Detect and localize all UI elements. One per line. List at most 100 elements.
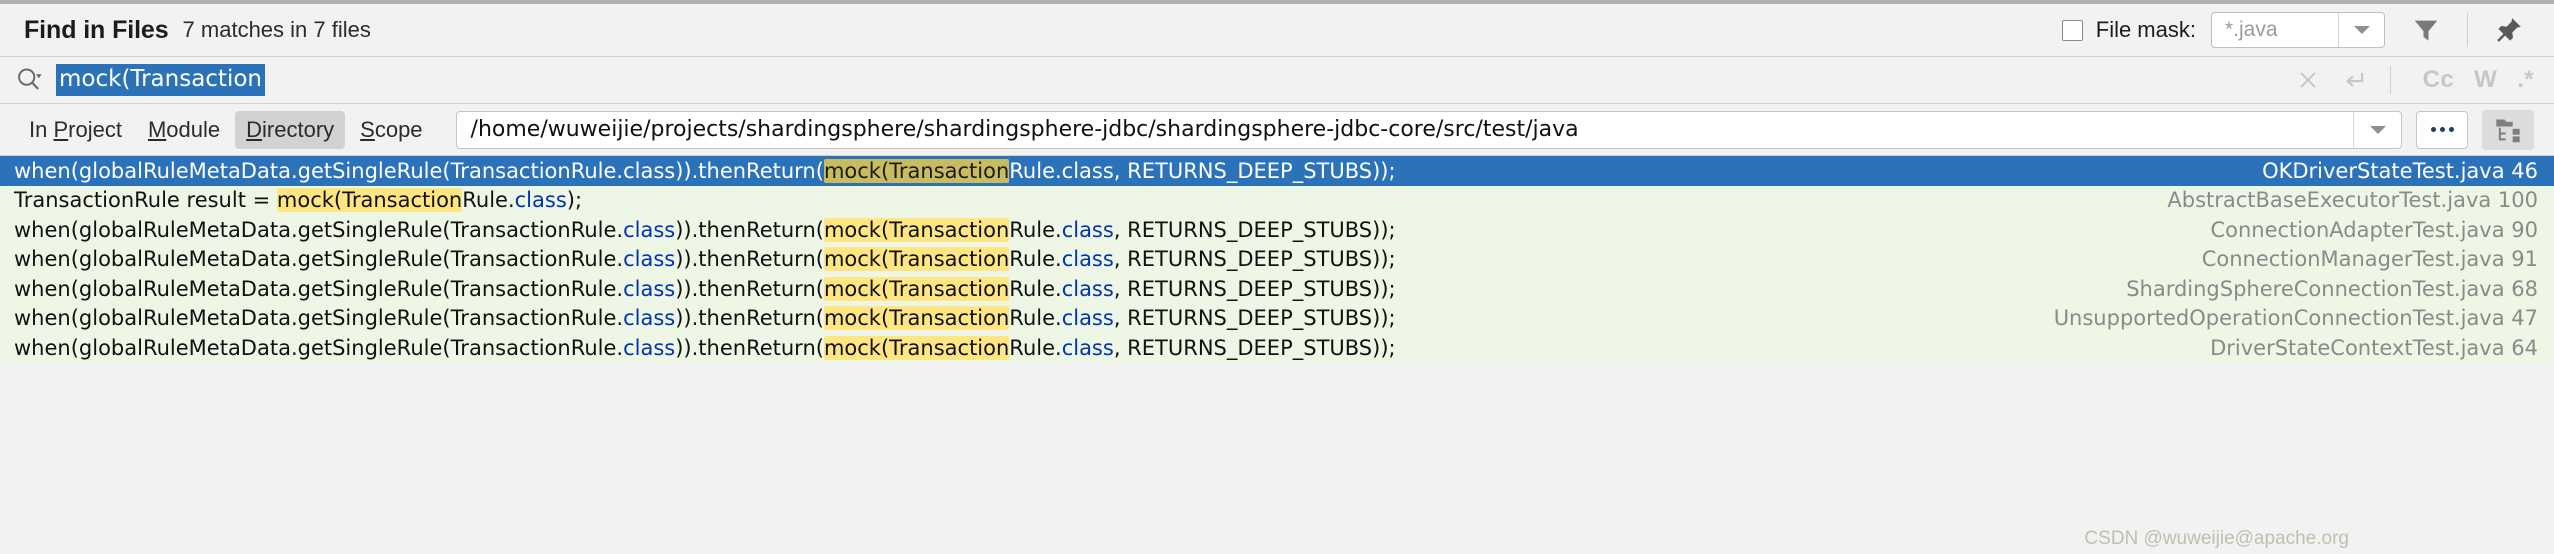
- filter-icon: [2414, 20, 2438, 41]
- pin-button[interactable]: [2486, 8, 2532, 52]
- directory-path-combo[interactable]: /home/wuweijie/projects/shardingsphere/s…: [455, 110, 2402, 149]
- code-text: when(globalRuleMetaData.getSingleRule(Tr…: [14, 335, 624, 360]
- search-bar: mock(Transaction Cc W .*: [0, 56, 2554, 104]
- code-text: when(globalRuleMetaData.getSingleRule(Tr…: [14, 247, 624, 272]
- file-mask-label: File mask:: [2095, 17, 2196, 42]
- ellipsis-dot-icon: [2448, 127, 2454, 132]
- result-row[interactable]: when(globalRuleMetaData.getSingleRule(Tr…: [0, 303, 2554, 333]
- scope-tab-scope[interactable]: Scope: [349, 111, 433, 149]
- match-highlight: mock(Transaction: [823, 158, 1010, 183]
- result-row[interactable]: when(globalRuleMetaData.getSingleRule(Tr…: [0, 333, 2554, 363]
- code-text: , RETURNS_DEEP_STUBS));: [1113, 306, 1396, 331]
- match-highlight: mock(Transaction: [823, 276, 1010, 301]
- code-text: TransactionRule result =: [14, 188, 277, 213]
- result-row-code: TransactionRule result = mock(Transactio…: [14, 188, 583, 213]
- scope-tab-in-project-mnemonic: P: [53, 116, 69, 142]
- toggle-file-tree-button[interactable]: [2482, 109, 2534, 150]
- code-text: when(globalRuleMetaData.getSingleRule(Tr…: [14, 158, 824, 183]
- header-divider: [2467, 13, 2468, 47]
- code-text: when(globalRuleMetaData.getSingleRule(Tr…: [14, 217, 624, 242]
- directory-path-input[interactable]: /home/wuweijie/projects/shardingsphere/s…: [457, 112, 2353, 148]
- code-text: )).thenReturn(: [675, 276, 824, 301]
- result-row-file: UnsupportedOperationConnectionTest.java …: [2053, 306, 2538, 331]
- result-row-code: when(globalRuleMetaData.getSingleRule(Tr…: [14, 276, 1396, 301]
- search-icon-button[interactable]: [14, 65, 44, 95]
- file-mask-dropdown-button[interactable]: [2338, 13, 2384, 47]
- code-text: );: [566, 188, 583, 213]
- code-text: Rule.: [1009, 217, 1062, 242]
- result-row[interactable]: when(globalRuleMetaData.getSingleRule(Tr…: [0, 156, 2554, 186]
- code-text: )).thenReturn(: [675, 217, 824, 242]
- search-icon: [18, 68, 42, 90]
- result-row-file: ShardingSphereConnectionTest.java 68: [2126, 276, 2538, 301]
- browse-directory-button[interactable]: [2416, 110, 2468, 149]
- close-icon: [2299, 72, 2316, 88]
- directory-path-dropdown-button[interactable]: [2353, 111, 2401, 148]
- scope-tab-directory-post: irectory: [262, 116, 335, 142]
- clear-search-button[interactable]: [2288, 61, 2328, 99]
- code-keyword: class: [623, 247, 676, 272]
- result-row[interactable]: TransactionRule result = mock(Transactio…: [0, 185, 2554, 215]
- match-summary: 7 matches in 7 files: [182, 17, 371, 42]
- scope-tab-in-project-post: roject: [68, 116, 122, 142]
- file-mask-checkbox[interactable]: [2061, 19, 2083, 41]
- results-list[interactable]: when(globalRuleMetaData.getSingleRule(Tr…: [0, 156, 2554, 363]
- code-text: when(globalRuleMetaData.getSingleRule(Tr…: [14, 306, 624, 331]
- return-arrow-icon: [2345, 73, 2363, 87]
- result-row[interactable]: when(globalRuleMetaData.getSingleRule(Tr…: [0, 274, 2554, 304]
- code-text: Rule.: [1009, 306, 1062, 331]
- code-text: , RETURNS_DEEP_STUBS));: [1113, 217, 1396, 242]
- code-keyword: class: [1061, 247, 1114, 272]
- words-toggle[interactable]: W: [2474, 66, 2497, 94]
- code-text: , RETURNS_DEEP_STUBS));: [1113, 335, 1396, 360]
- match-case-toggle[interactable]: Cc: [2423, 66, 2454, 94]
- scope-tab-in-project[interactable]: In Project: [18, 111, 133, 149]
- result-row-code: when(globalRuleMetaData.getSingleRule(Tr…: [14, 217, 1396, 242]
- watermark: CSDN @wuweijie@apache.org: [2084, 528, 2349, 549]
- match-highlight: mock(Transaction: [276, 188, 463, 213]
- search-input[interactable]: mock(Transaction: [56, 64, 265, 96]
- new-line-button[interactable]: [2334, 61, 2374, 99]
- code-keyword: class: [1061, 306, 1114, 331]
- find-in-files-window: Find in Files 7 matches in 7 files File …: [0, 0, 2554, 554]
- scope-tab-directory[interactable]: Directory: [235, 110, 346, 149]
- code-text: when(globalRuleMetaData.getSingleRule(Tr…: [14, 276, 624, 301]
- code-keyword: class: [623, 335, 676, 360]
- result-row-file: ConnectionAdapterTest.java 90: [2210, 217, 2538, 242]
- file-mask-combo[interactable]: *.java: [2211, 12, 2385, 48]
- filter-button[interactable]: [2403, 8, 2449, 52]
- code-keyword: class: [1061, 335, 1114, 360]
- match-highlight: mock(Transaction: [823, 217, 1010, 242]
- folder-tree-icon: [2496, 119, 2520, 142]
- code-text: , RETURNS_DEEP_STUBS));: [1113, 247, 1396, 272]
- scope-tab-module-post: odule: [166, 116, 221, 142]
- code-text: Rule.: [1009, 247, 1062, 272]
- code-text: )).thenReturn(: [675, 335, 824, 360]
- page-title: Find in Files: [24, 15, 169, 44]
- result-row-code: when(globalRuleMetaData.getSingleRule(Tr…: [14, 335, 1396, 360]
- code-text: )).thenReturn(: [675, 306, 824, 331]
- scope-tab-directory-mnemonic: D: [246, 116, 263, 142]
- result-row-code: when(globalRuleMetaData.getSingleRule(Tr…: [14, 247, 1396, 272]
- code-keyword: class: [1061, 217, 1114, 242]
- match-highlight: mock(Transaction: [823, 306, 1010, 331]
- header-bar: Find in Files 7 matches in 7 files File …: [0, 4, 2554, 56]
- chevron-down-icon: [2353, 26, 2370, 34]
- result-row-code: when(globalRuleMetaData.getSingleRule(Tr…: [14, 306, 1396, 331]
- scope-tab-module-mnemonic: M: [147, 116, 167, 142]
- regex-toggle[interactable]: .*: [2517, 66, 2534, 94]
- code-text: Rule.class, RETURNS_DEEP_STUBS));: [1009, 158, 1396, 183]
- file-mask-value[interactable]: *.java: [2212, 13, 2338, 47]
- result-row[interactable]: when(globalRuleMetaData.getSingleRule(Tr…: [0, 244, 2554, 274]
- result-row-code: when(globalRuleMetaData.getSingleRule(Tr…: [14, 158, 1396, 183]
- ellipsis-dot-icon: [2439, 127, 2445, 132]
- result-row[interactable]: when(globalRuleMetaData.getSingleRule(Tr…: [0, 215, 2554, 245]
- code-text: Rule.: [462, 188, 515, 213]
- code-text: Rule.: [1009, 335, 1062, 360]
- pin-icon: [2497, 18, 2521, 42]
- code-keyword: class: [1061, 276, 1114, 301]
- result-row-file: DriverStateContextTest.java 64: [2210, 335, 2538, 360]
- scope-tab-module[interactable]: Module: [137, 111, 231, 149]
- scope-tab-scope-post: cope: [374, 116, 423, 142]
- code-text: )).thenReturn(: [675, 247, 824, 272]
